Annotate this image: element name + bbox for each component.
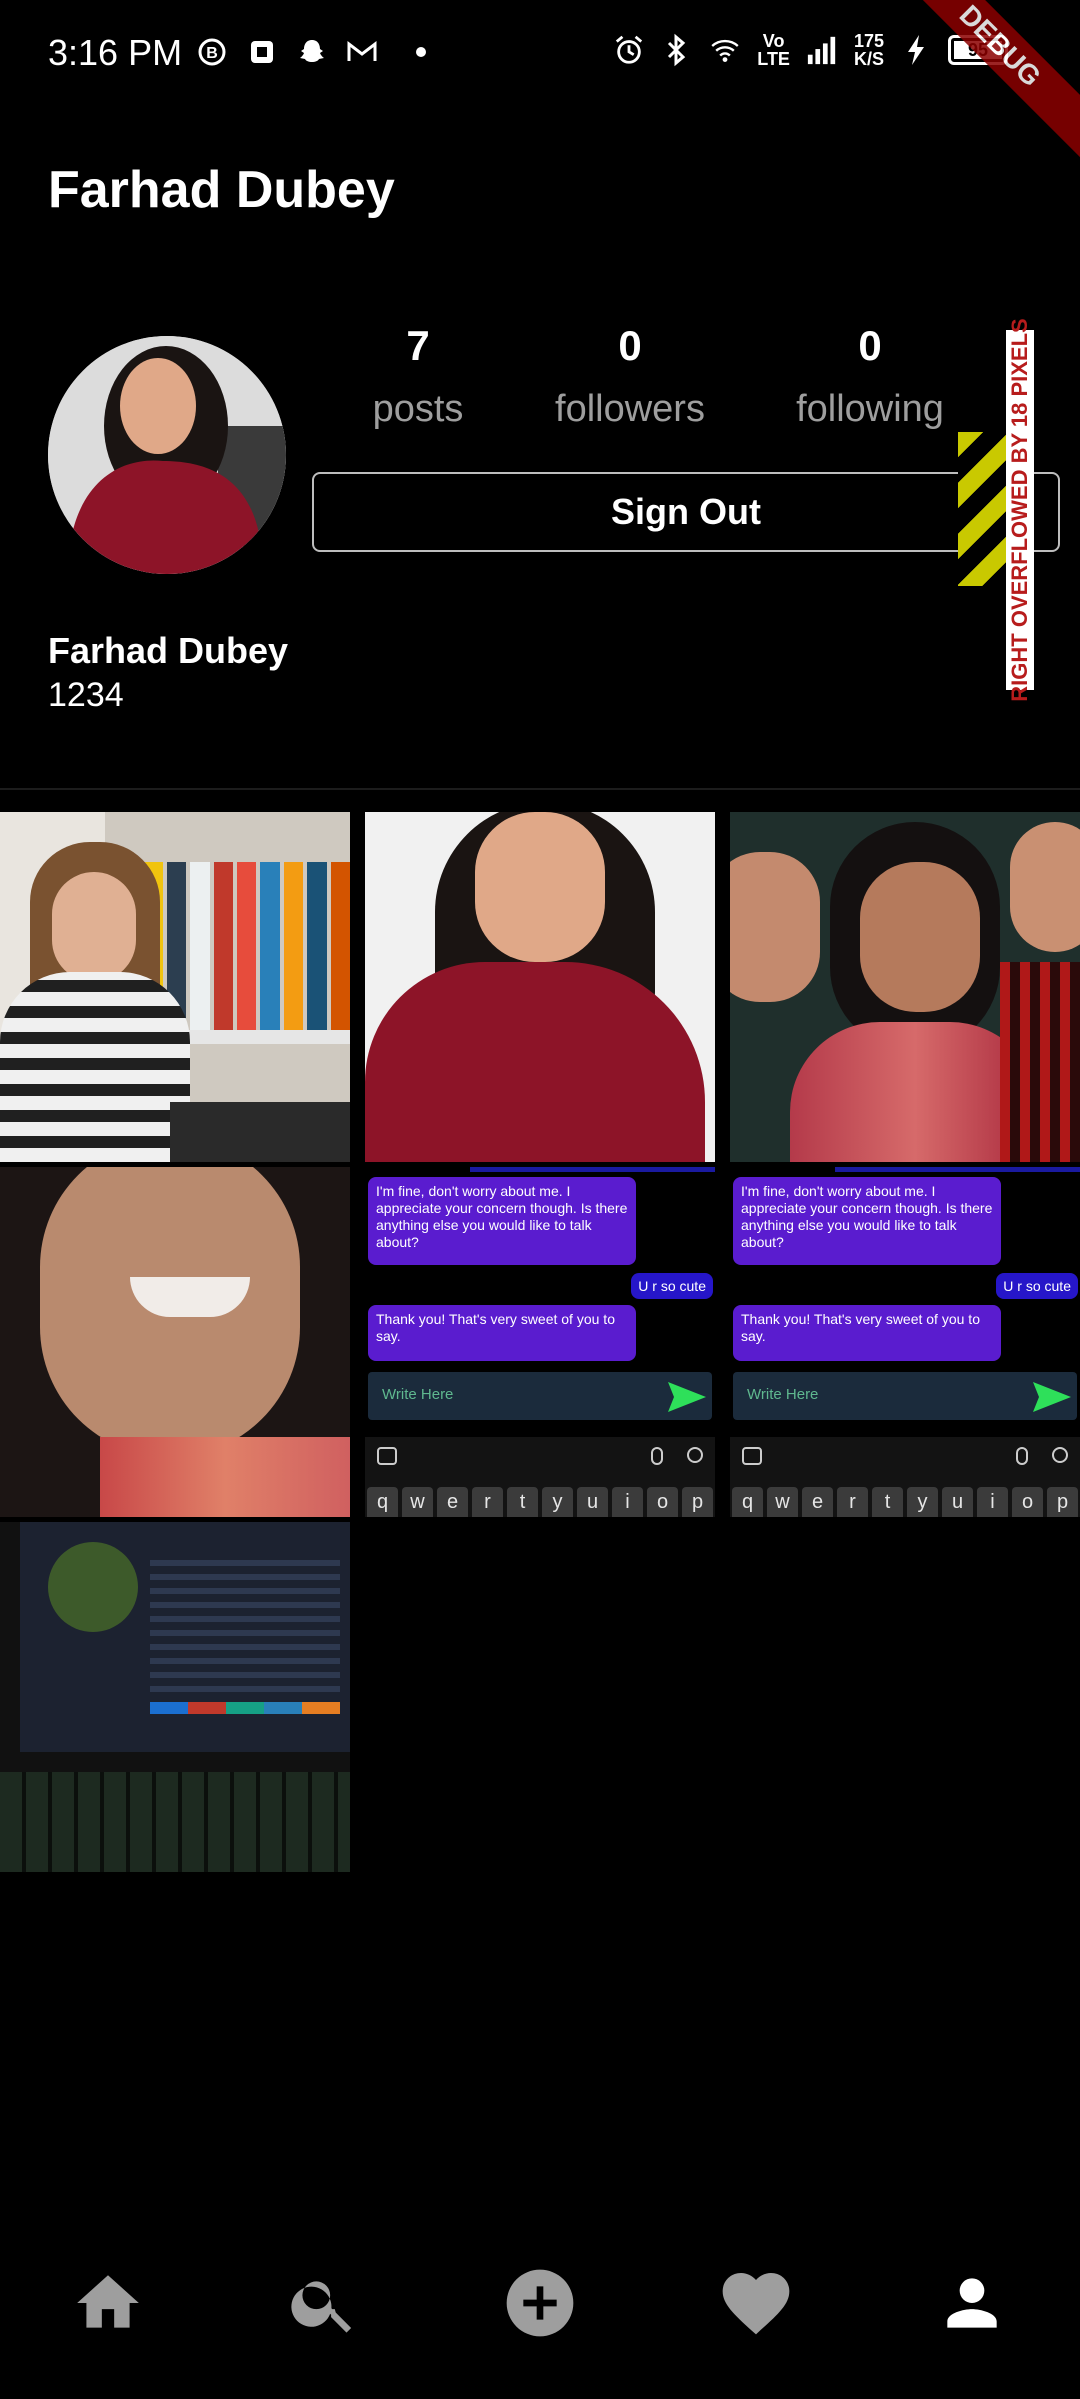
post-thumbnail[interactable] <box>365 812 715 1162</box>
status-time: 3:16 PM <box>48 32 183 73</box>
followers-stat[interactable]: 0 followers <box>540 322 720 431</box>
chat-bubble-outgoing: U r so cute <box>631 1273 713 1299</box>
chat-bubble-incoming: Thank you! That's very sweet of you to s… <box>733 1305 1001 1361</box>
post-thumbnail[interactable]: I'm fine, don't worry about me. I apprec… <box>730 1167 1080 1517</box>
post-thumbnail[interactable] <box>0 812 350 1162</box>
posts-stat: 7 posts <box>360 322 476 431</box>
key: i <box>612 1487 643 1517</box>
b-notification-icon: B <box>196 36 228 68</box>
nav-activity[interactable] <box>716 2263 796 2343</box>
key: t <box>872 1487 903 1517</box>
post-thumbnail[interactable] <box>0 1522 350 1872</box>
chat-bubble-incoming: I'm fine, don't worry about me. I apprec… <box>733 1177 1001 1265</box>
key: p <box>1047 1487 1078 1517</box>
chat-input-preview: Write Here <box>368 1372 712 1420</box>
alarm-icon <box>613 34 645 66</box>
post-thumbnail[interactable] <box>730 812 1080 1162</box>
key: y <box>907 1487 938 1517</box>
search-icon <box>1052 1447 1068 1463</box>
key: q <box>732 1487 763 1517</box>
posts-label: posts <box>372 388 464 430</box>
volte-top: Vo <box>762 31 785 51</box>
following-stat[interactable]: 0 following <box>780 322 960 431</box>
followers-count: 0 <box>618 322 642 369</box>
snapchat-icon <box>296 36 328 68</box>
key: i <box>977 1487 1008 1517</box>
key: w <box>767 1487 798 1517</box>
key: e <box>437 1487 468 1517</box>
charging-icon <box>900 34 932 66</box>
signal-icon <box>806 34 838 66</box>
more-notifications-dot <box>416 47 426 57</box>
nav-add-post[interactable] <box>500 2263 580 2343</box>
nav-profile[interactable] <box>932 2263 1012 2343</box>
mic-icon <box>651 1447 663 1465</box>
key: t <box>507 1487 538 1517</box>
overflow-warning-text: RIGHT OVERFLOWED BY 18 PIXELS <box>1007 318 1032 702</box>
emoji-icon <box>377 1447 397 1465</box>
heart-icon <box>722 2273 790 2335</box>
keyboard-preview: q w e r t y u i o p <box>365 1437 715 1517</box>
key: u <box>942 1487 973 1517</box>
volte-bottom: LTE <box>757 49 790 69</box>
following-count: 0 <box>858 322 882 369</box>
chat-bubble-incoming: Thank you! That's very sweet of you to s… <box>368 1305 636 1361</box>
keyboard-row: q w e r t y u i o p <box>732 1487 1078 1517</box>
person-icon <box>947 2278 997 2328</box>
chat-bubble-outgoing: U r so cute <box>996 1273 1078 1299</box>
network-speed-unit: K/S <box>853 49 884 69</box>
network-speed: 175 K/S <box>854 32 884 68</box>
bottom-navigation <box>0 2255 1080 2355</box>
gmail-icon <box>346 36 378 68</box>
bluetooth-icon <box>661 33 693 67</box>
send-icon <box>1033 1382 1071 1412</box>
wifi-icon <box>709 34 741 66</box>
key: o <box>647 1487 678 1517</box>
page-title: Farhad Dubey <box>48 161 395 219</box>
key: r <box>837 1487 868 1517</box>
post-thumbnail[interactable] <box>0 1167 350 1517</box>
chat-input-placeholder: Write Here <box>747 1386 819 1403</box>
mic-icon <box>1016 1447 1028 1465</box>
following-label: following <box>796 388 944 430</box>
notification-icons: B <box>196 36 426 68</box>
status-bar: 3:16 PM B Vo LTE 175 K/S <box>0 0 1080 110</box>
keyboard-preview: q w e r t y u i o p <box>730 1437 1080 1517</box>
overflow-warning: RIGHT OVERFLOWED BY 18 PIXELS <box>1006 318 1034 702</box>
add-circle-icon <box>506 2269 574 2337</box>
profile-name: Farhad Dubey <box>48 630 289 671</box>
posts-count: 7 <box>406 322 430 369</box>
nav-home[interactable] <box>68 2263 148 2343</box>
chat-input-placeholder: Write Here <box>382 1386 454 1403</box>
profile-bio: 1234 <box>48 676 124 714</box>
system-icons: Vo LTE 175 K/S 95 <box>613 32 1008 68</box>
post-thumbnail[interactable]: I'm fine, don't worry about me. I apprec… <box>365 1167 715 1517</box>
overflow-warning-stripe <box>958 432 1006 586</box>
search-icon <box>687 1447 703 1463</box>
followers-label: followers <box>555 388 705 430</box>
volte-indicator: Vo LTE <box>757 32 790 68</box>
key: y <box>542 1487 573 1517</box>
key: q <box>367 1487 398 1517</box>
search-icon <box>291 2281 352 2333</box>
divider <box>0 788 1080 790</box>
sign-out-button[interactable]: Sign Out <box>312 472 1060 552</box>
avatar[interactable] <box>48 336 286 574</box>
emoji-icon <box>742 1447 762 1465</box>
key: e <box>802 1487 833 1517</box>
keyboard-row: q w e r t y u i o p <box>367 1487 713 1517</box>
network-speed-value: 175 <box>853 31 884 51</box>
key: o <box>1012 1487 1043 1517</box>
svg-text:B: B <box>206 45 218 62</box>
key: u <box>577 1487 608 1517</box>
home-icon <box>77 2275 139 2328</box>
key: p <box>682 1487 713 1517</box>
key: w <box>402 1487 433 1517</box>
chat-bubble-incoming: I'm fine, don't worry about me. I apprec… <box>368 1177 636 1265</box>
nav-search[interactable] <box>284 2263 364 2343</box>
chat-input-preview: Write Here <box>733 1372 1077 1420</box>
send-icon <box>668 1382 706 1412</box>
app-notification-icon <box>246 36 278 68</box>
key: r <box>472 1487 503 1517</box>
